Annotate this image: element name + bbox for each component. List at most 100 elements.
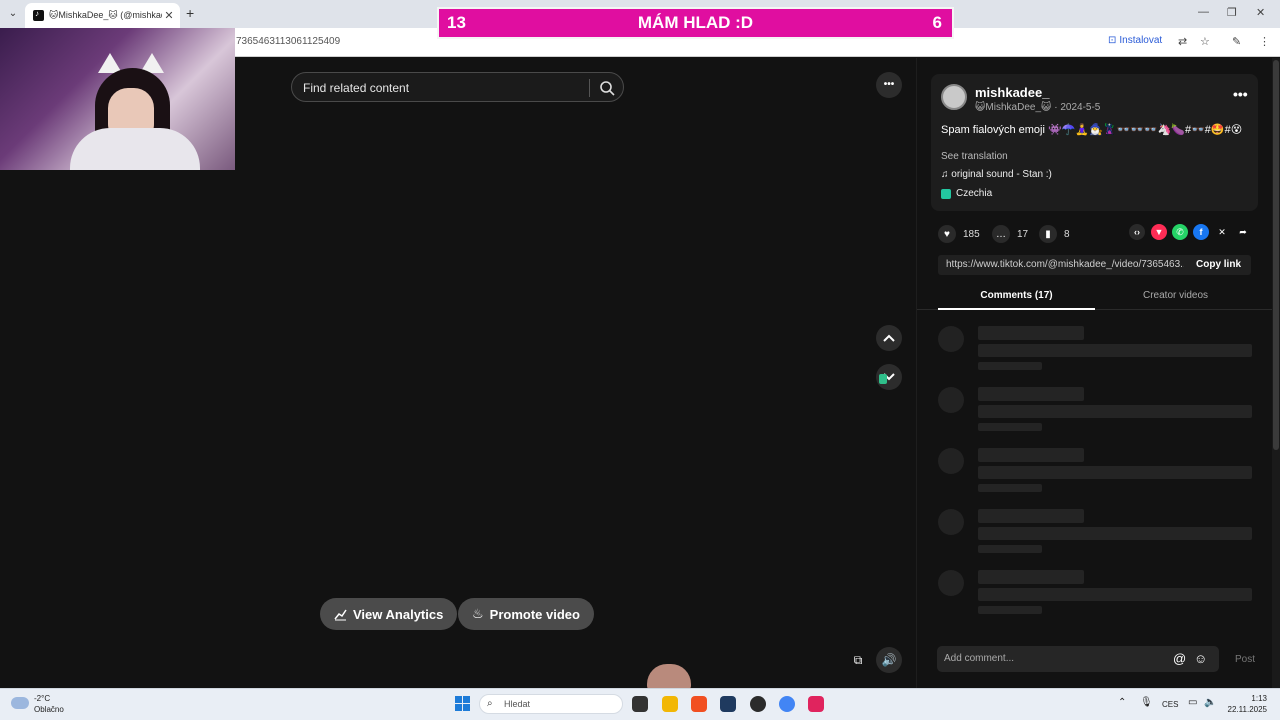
promote-video-button[interactable]: ♨ Promote video [458,598,594,630]
save-count: 8 [1064,228,1070,240]
brave-browser-icon[interactable] [691,696,707,712]
comment-input[interactable]: Add comment... @ ☺ [937,646,1219,672]
copy-link-button[interactable]: Copy link [1196,259,1241,270]
post-description: Spam fialových emoji 👾☂️🧘‍♀️🧙‍♂️🦹👓👓👓🦄🍆#👓… [941,124,1243,136]
like-count: 185 [963,228,980,240]
new-tab-button[interactable]: + [186,5,194,21]
whatsapp-icon[interactable]: ✆ [1172,224,1188,240]
mention-icon[interactable]: @ [1173,651,1186,666]
app-icon[interactable] [720,696,736,712]
picture-in-picture-icon[interactable]: ⧉ [845,647,871,673]
restore-icon[interactable]: ❐ [1227,6,1237,19]
location-icon [941,188,951,199]
mouse-cursor-icon [879,374,887,384]
tab-close-icon[interactable]: ✕ [162,9,176,22]
tiktok-app-icon[interactable] [808,696,824,712]
file-explorer-icon[interactable] [662,696,678,712]
view-analytics-label: View Analytics [353,606,444,622]
extensions-icon[interactable]: ✎ [1232,35,1241,48]
comment-placeholder: Add comment... [944,653,1015,664]
sound-link[interactable]: ♫ original sound - Stan :) [941,169,1052,180]
see-translation-link[interactable]: See translation [941,151,1008,162]
start-tile [455,704,462,711]
tab-list-chevron-icon[interactable]: ⌄ [5,6,21,22]
emoji-icon[interactable]: ☺ [1194,651,1207,666]
browser-tab[interactable]: 🐱MishkaDee_🐱 (@mishkade ✕ [25,3,180,28]
banner-right-number: 6 [932,13,942,32]
tab-comments[interactable]: Comments (17) [938,290,1095,301]
post-more-icon[interactable]: ••• [1233,86,1248,102]
promote-video-label: Promote video [489,606,580,622]
clock-date: 22.11.2025 [1227,705,1267,714]
skeleton-avatar [938,570,964,596]
skeleton-line [978,606,1042,614]
minimize-icon[interactable]: — [1198,6,1209,18]
post-comment-button[interactable]: Post [1235,654,1255,665]
previous-video-button[interactable] [876,325,902,351]
banner-left-number: 13 [447,13,466,32]
avatar[interactable] [941,84,967,110]
x-share-icon[interactable]: ✕ [1214,224,1230,240]
video-details-panel: mishkadee_ 😺MishkaDee_😺 · 2024-5-5 ••• S… [916,58,1280,688]
post-meta: 😺MishkaDee_😺 · 2024-5-5 [975,102,1101,113]
obs-studio-icon[interactable] [750,696,766,712]
weather-widget[interactable]: -2°C Oblačno [34,693,64,715]
banner-title: MÁM HLAD :D [637,13,754,32]
save-stat[interactable]: ▮ 8 [1039,225,1070,243]
search-icon[interactable] [598,79,616,97]
tab-creator-videos[interactable]: Creator videos [1097,290,1254,301]
close-window-icon[interactable]: ✕ [1256,6,1265,19]
microphone-icon[interactable]: 🎙 [1140,697,1153,708]
start-tile [455,696,462,703]
analytics-chart-icon [334,609,347,620]
windows-start-icon[interactable] [455,696,470,711]
skeleton-line [978,326,1084,340]
username[interactable]: mishkadee_ [975,85,1049,100]
translate-icon[interactable]: ⇄ [1178,35,1187,48]
skeleton-line [978,484,1042,492]
volume-icon[interactable]: 🔊 [876,647,902,673]
flame-icon: ♨ [472,606,484,621]
skeleton-line [978,570,1084,584]
url-text[interactable]: 7365463113061125409 [236,36,340,47]
related-content-search[interactable]: Find related content [291,72,624,102]
windows-taskbar: -2°C Oblačno ⌕ Hledat ⌃ 🎙 CES ▭ 🔈 1:13 2… [0,688,1280,720]
taskbar-clock[interactable]: 1:13 22.11.2025 [1225,693,1267,715]
skeleton-line [978,405,1252,418]
install-button[interactable]: ⊡ Instalovat [1108,35,1162,46]
skeleton-line [978,344,1252,357]
bookmark-star-icon[interactable]: ☆ [1200,35,1210,48]
view-analytics-button[interactable]: View Analytics [320,598,458,630]
comment-stat[interactable]: … 17 [992,225,1028,243]
network-icon[interactable]: ▭ [1188,697,1197,708]
repost-icon[interactable]: ▼ [1151,224,1167,240]
location-label: Czechia [956,188,993,199]
active-tab-indicator [938,308,1095,310]
comment-count: 17 [1017,228,1029,240]
tray-chevron-up-icon[interactable]: ⌃ [1118,697,1126,708]
share-arrow-icon[interactable]: ➦ [1235,224,1251,240]
speaker-icon[interactable]: 🔈 [1204,697,1216,708]
input-language[interactable]: CES [1162,700,1178,709]
browser-menu-icon[interactable]: ⋮ [1259,35,1270,48]
location-tag[interactable]: Czechia [941,188,992,199]
like-stat[interactable]: ♥ 185 [938,225,980,243]
skeleton-avatar [938,326,964,352]
skeleton-line [978,466,1252,479]
chrome-icon[interactable] [779,696,795,712]
scrollbar-thumb[interactable] [1273,60,1279,450]
skeleton-line [978,362,1042,370]
task-view-icon[interactable] [632,696,648,712]
cloud-icon[interactable] [11,697,29,709]
skeleton-line [978,387,1084,401]
heart-icon: ♥ [938,225,956,243]
skeleton-line [978,545,1042,553]
start-tile [463,704,470,711]
video-more-button[interactable]: ••• [876,72,902,98]
facebook-icon[interactable]: f [1193,224,1209,240]
skeleton-avatar [938,387,964,413]
taskbar-search[interactable]: ⌕ Hledat [479,694,623,714]
share-link-url[interactable]: https://www.tiktok.com/@mishkadee_/video… [946,259,1184,270]
temperature: -2°C [34,694,51,703]
embed-icon[interactable]: ‹› [1129,224,1145,240]
